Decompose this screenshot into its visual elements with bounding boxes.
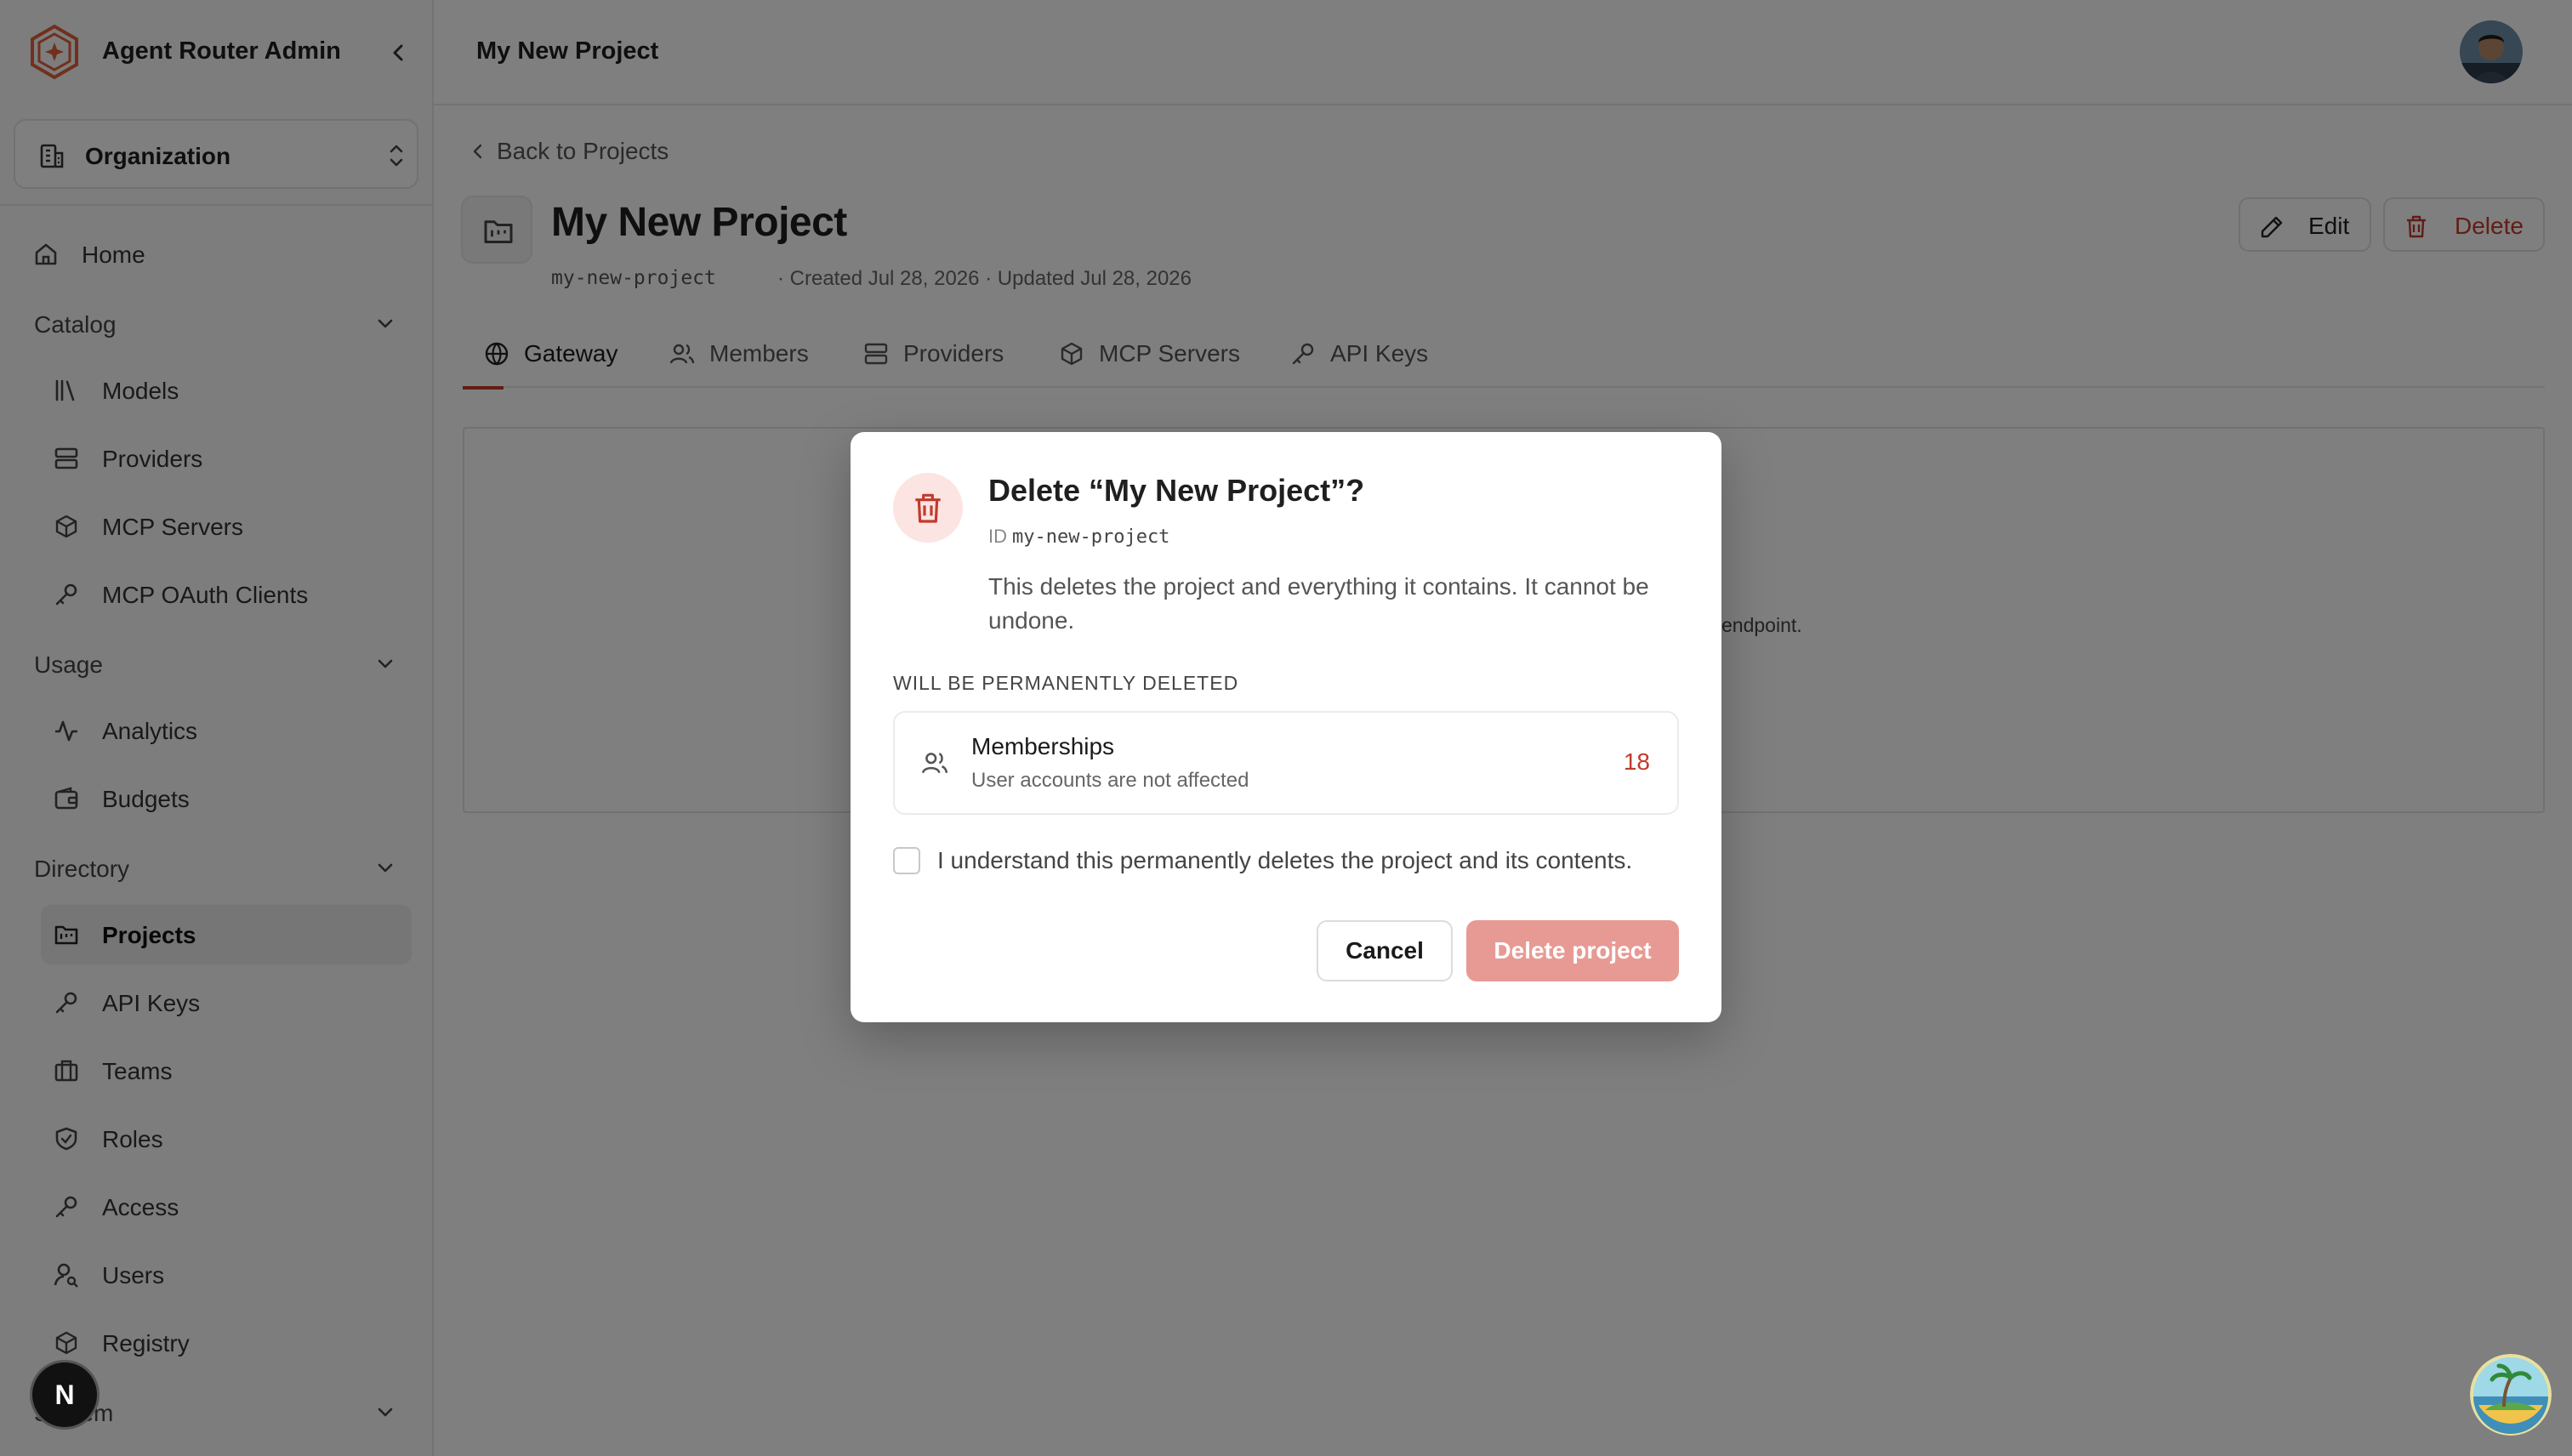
- users-icon: [921, 753, 948, 774]
- confirm-checkbox-label[interactable]: I understand this permanently deletes th…: [937, 847, 1632, 874]
- island-logo-icon: [2470, 1354, 2552, 1436]
- dialog-project-id: ID my-new-project: [988, 526, 1169, 548]
- deleted-item-count: 18: [1623, 748, 1650, 775]
- next-devtools-badge[interactable]: N: [32, 1362, 97, 1427]
- delete-project-button[interactable]: Delete project: [1466, 920, 1679, 981]
- danger-icon-badge: [893, 473, 963, 543]
- deleted-item-name: Memberships: [971, 733, 1115, 759]
- deleted-items-heading: WILL BE PERMANENTLY DELETED: [893, 672, 1239, 694]
- cancel-button[interactable]: Cancel: [1317, 920, 1453, 981]
- assistant-fab[interactable]: [2470, 1354, 2552, 1436]
- deleted-item-note: User accounts are not affected: [971, 769, 1249, 792]
- dialog-title: Delete “My New Project”?: [988, 473, 1365, 508]
- badge-letter: N: [54, 1379, 75, 1410]
- id-label: ID: [988, 526, 1007, 547]
- deleted-item-memberships: Memberships User accounts are not affect…: [893, 711, 1679, 815]
- dialog-description: This deletes the project and everything …: [988, 573, 1649, 634]
- delete-project-dialog: Delete “My New Project”? ID my-new-projec…: [851, 432, 1721, 1022]
- confirm-checkbox[interactable]: [893, 847, 920, 874]
- trash-icon: [915, 493, 941, 523]
- id-value: my-new-project: [1012, 526, 1170, 548]
